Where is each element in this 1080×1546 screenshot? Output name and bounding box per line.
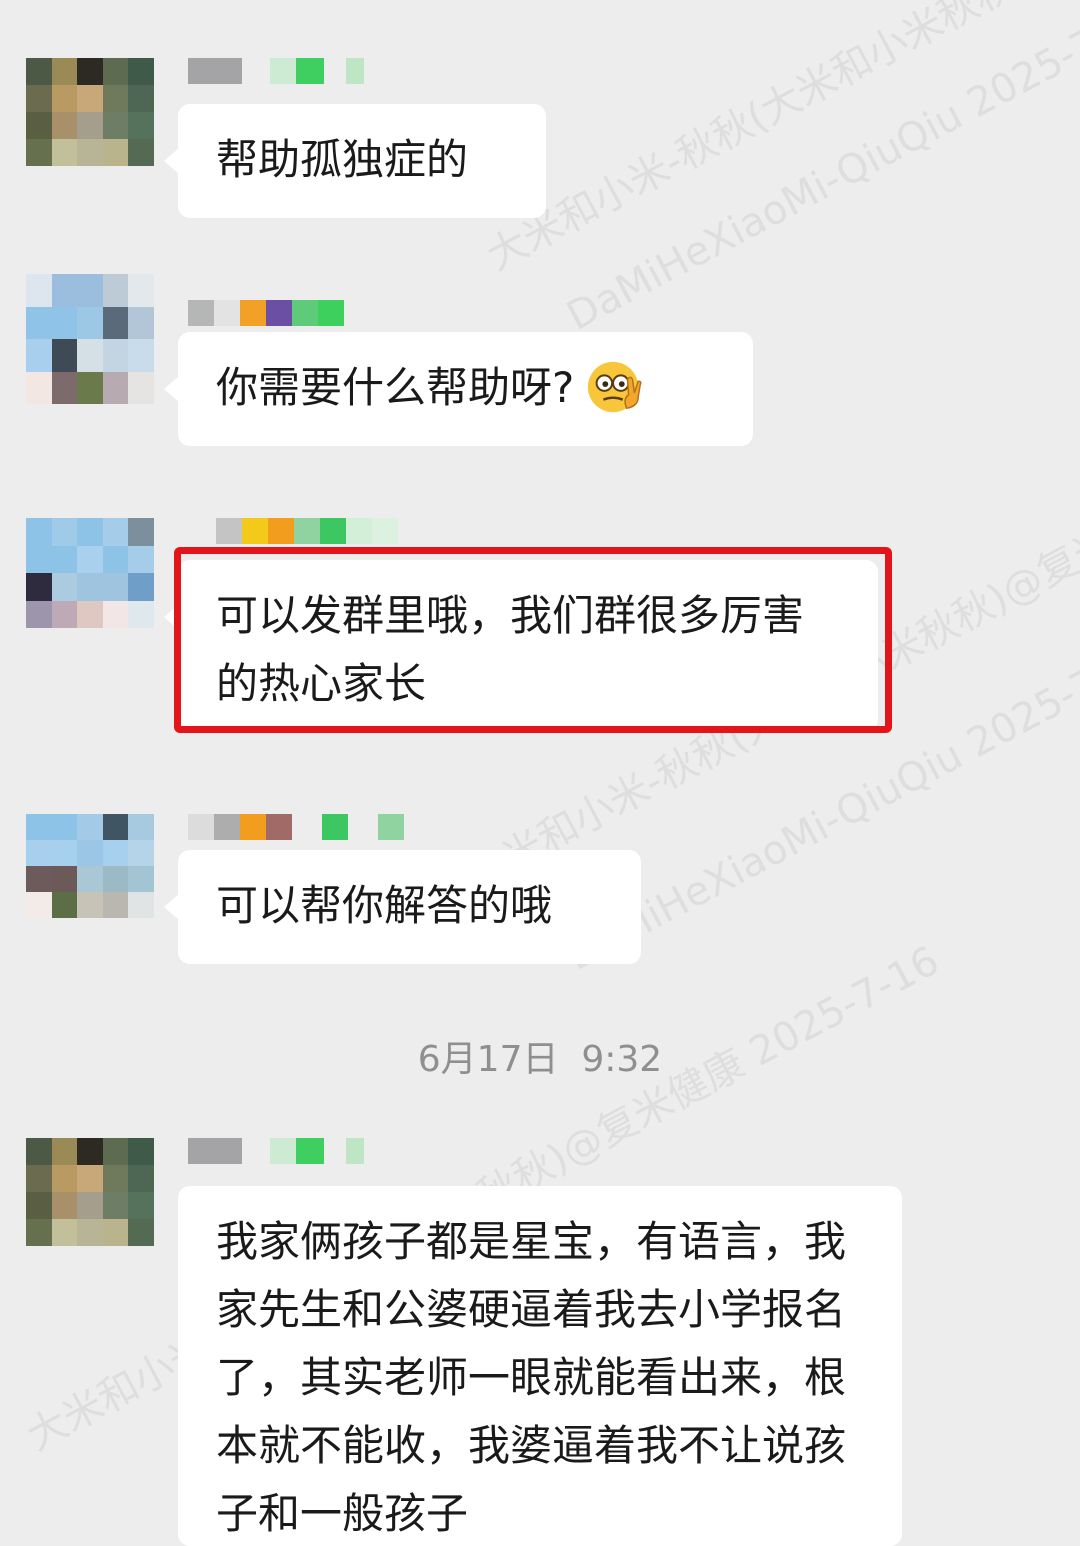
avatar[interactable] [26, 518, 154, 628]
avatar[interactable] [26, 814, 154, 918]
highlight-box [174, 547, 892, 733]
sender-name [188, 1138, 364, 1164]
sender-name [216, 518, 398, 544]
sender-name [188, 814, 404, 840]
avatar[interactable] [26, 1138, 154, 1246]
sender-name [188, 58, 364, 84]
sender-name [188, 300, 344, 326]
thinking-face-emoji [588, 361, 642, 412]
message-text: 帮助孤独症的 [216, 135, 469, 184]
avatar[interactable] [26, 274, 154, 404]
message-text: 我家俩孩子都是星宝，有语言，我家先生和公婆硬逼着我去小学报名了，其实老师一眼就能… [216, 1217, 847, 1538]
message-bubble[interactable]: 帮助孤独症的 [164, 104, 546, 218]
message-bubble[interactable]: 你需要什么帮助呀? [164, 332, 753, 446]
message-bubble[interactable]: 我家俩孩子都是星宝，有语言，我家先生和公婆硬逼着我去小学报名了，其实老师一眼就能… [178, 1186, 902, 1546]
watermark: 大米和小米-秋秋(大米和小米秋秋)@复米健康 2025-7-16 [479, 0, 1080, 280]
timestamp: 6月17日 9:32 [417, 1039, 663, 1080]
avatar[interactable] [26, 58, 154, 166]
watermark: DaMiHeXiaoMi-QiuQiu 2025-7-16 [559, 0, 1080, 340]
message-text: 可以帮你解答的哦 [216, 881, 553, 930]
message-text: 你需要什么帮助呀? [216, 363, 575, 412]
message-bubble[interactable]: 可以帮你解答的哦 [164, 850, 641, 964]
